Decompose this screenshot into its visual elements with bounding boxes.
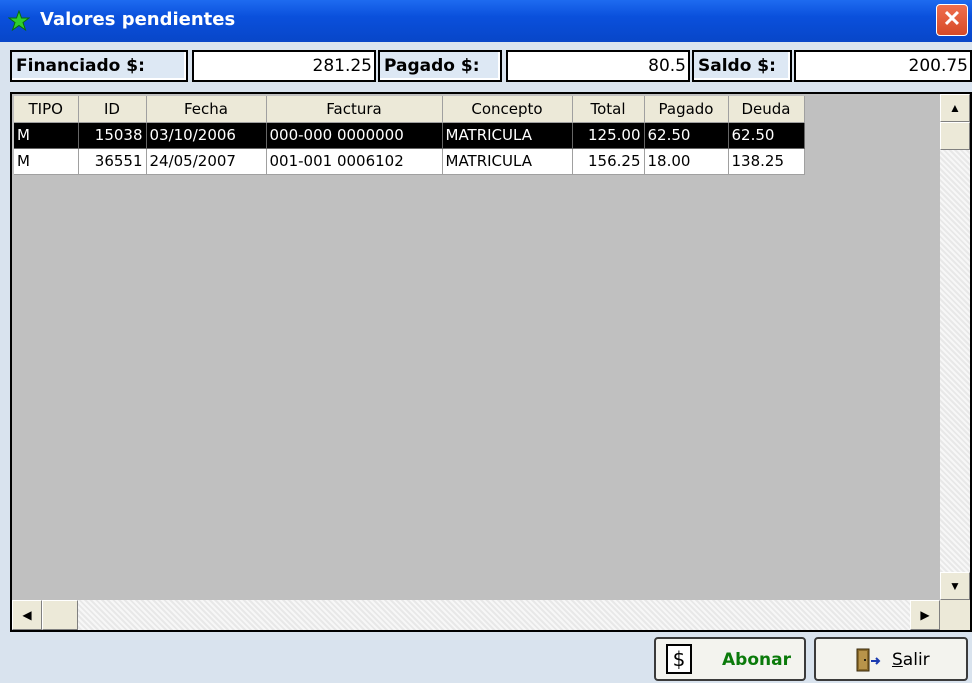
column-header-factura[interactable]: Factura bbox=[266, 96, 443, 123]
saldo-label: Saldo $: bbox=[692, 50, 792, 82]
cell-deuda[interactable]: 138.25 bbox=[728, 148, 805, 175]
table-row[interactable]: M 36551 24/05/2007 001-001 0006102 MATRI… bbox=[14, 148, 805, 175]
column-header-tipo[interactable]: TIPO bbox=[14, 96, 79, 123]
salir-button[interactable]: Salir bbox=[814, 637, 968, 681]
cell-tipo[interactable]: M bbox=[14, 148, 79, 175]
cell-concepto[interactable]: MATRICULA bbox=[442, 148, 573, 175]
pagado-value: 80.5 bbox=[506, 50, 690, 82]
exit-door-icon bbox=[856, 648, 881, 672]
column-header-deuda[interactable]: Deuda bbox=[728, 96, 805, 123]
pagado-label: Pagado $: bbox=[378, 50, 502, 82]
cell-id[interactable]: 36551 bbox=[78, 148, 147, 175]
vertical-scrollbar[interactable]: ▲ ▼ bbox=[940, 94, 970, 600]
salir-label: Salir bbox=[892, 650, 930, 670]
cell-concepto[interactable]: MATRICULA bbox=[442, 122, 573, 149]
dollar-icon: $ bbox=[666, 644, 692, 674]
salir-label-rest: alir bbox=[902, 650, 930, 670]
column-header-total[interactable]: Total bbox=[572, 96, 645, 123]
scroll-down-button[interactable]: ▼ bbox=[940, 572, 970, 600]
salir-mnemonic: S bbox=[892, 650, 903, 670]
summary-bar: Financiado $: 281.25 Pagado $: 80.5 Sald… bbox=[0, 42, 972, 92]
data-table: TIPO ID Fecha Factura Concepto Total Pag… bbox=[14, 96, 805, 175]
financiado-label: Financiado $: bbox=[10, 50, 188, 82]
financiado-value: 281.25 bbox=[192, 50, 376, 82]
close-icon: ✕ bbox=[942, 6, 962, 31]
green-star-icon bbox=[8, 10, 30, 32]
cell-total[interactable]: 125.00 bbox=[572, 122, 645, 149]
table-row[interactable]: M 15038 03/10/2006 000-000 0000000 MATRI… bbox=[14, 122, 805, 149]
scroll-left-button[interactable]: ◀ bbox=[12, 600, 42, 630]
scrollbar-corner bbox=[940, 600, 970, 630]
column-header-id[interactable]: ID bbox=[78, 96, 147, 123]
arrow-up-icon: ▲ bbox=[949, 101, 961, 115]
cell-factura[interactable]: 001-001 0006102 bbox=[266, 148, 443, 175]
window-title: Valores pendientes bbox=[40, 9, 236, 30]
cell-total[interactable]: 156.25 bbox=[572, 148, 645, 175]
horizontal-scroll-thumb[interactable] bbox=[42, 600, 78, 630]
cell-pagado[interactable]: 18.00 bbox=[644, 148, 729, 175]
cell-fecha[interactable]: 03/10/2006 bbox=[146, 122, 267, 149]
column-header-pagado[interactable]: Pagado bbox=[644, 96, 729, 123]
scroll-right-button[interactable]: ▶ bbox=[910, 600, 940, 630]
arrow-right-icon: ▶ bbox=[920, 608, 930, 622]
close-button[interactable]: ✕ bbox=[936, 4, 968, 36]
cell-factura[interactable]: 000-000 0000000 bbox=[266, 122, 443, 149]
cell-fecha[interactable]: 24/05/2007 bbox=[146, 148, 267, 175]
arrow-down-icon: ▼ bbox=[949, 579, 961, 593]
header-row: TIPO ID Fecha Factura Concepto Total Pag… bbox=[14, 96, 805, 123]
cell-pagado[interactable]: 62.50 bbox=[644, 122, 729, 149]
saldo-value: 200.75 bbox=[794, 50, 972, 82]
column-header-fecha[interactable]: Fecha bbox=[146, 96, 267, 123]
pending-values-grid[interactable]: TIPO ID Fecha Factura Concepto Total Pag… bbox=[10, 92, 972, 632]
column-header-concepto[interactable]: Concepto bbox=[442, 96, 573, 123]
vertical-scroll-thumb[interactable] bbox=[940, 122, 970, 150]
scroll-up-button[interactable]: ▲ bbox=[940, 94, 970, 122]
cell-tipo[interactable]: M bbox=[14, 122, 79, 149]
cell-deuda[interactable]: 62.50 bbox=[728, 122, 805, 149]
abonar-button[interactable]: $ Abonar bbox=[654, 637, 806, 681]
horizontal-scrollbar[interactable]: ◀ ▶ bbox=[12, 600, 940, 630]
title-bar: Valores pendientes ✕ bbox=[0, 0, 972, 42]
cell-id[interactable]: 15038 bbox=[78, 122, 147, 149]
arrow-left-icon: ◀ bbox=[22, 608, 32, 622]
abonar-label: Abonar bbox=[722, 650, 791, 670]
